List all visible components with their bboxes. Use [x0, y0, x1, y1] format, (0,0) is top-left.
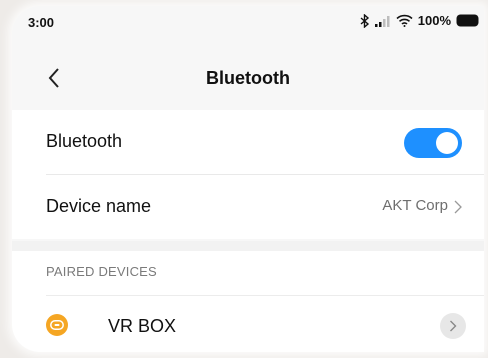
bluetooth-icon: [360, 13, 369, 28]
status-time: 3:00: [28, 15, 55, 30]
battery-percentage: 100%: [417, 13, 451, 28]
device-name-label: Device name: [46, 196, 152, 216]
status-bar: 3:00 100%: [12, 6, 484, 38]
settings-card: Bluetooth Device name AKT Corp: [12, 110, 484, 239]
chevron-right-icon: [450, 320, 457, 332]
device-name-row[interactable]: Device name AKT Corp: [12, 175, 484, 239]
header-bar: Bluetooth: [12, 46, 484, 110]
device-details-button[interactable]: [440, 313, 466, 339]
gamepad-icon: [46, 314, 68, 336]
paired-device-row[interactable]: VR BOX: [12, 296, 484, 352]
paired-devices-section: PAIRED DEVICES VR BOX: [12, 251, 484, 352]
wifi-icon: [396, 14, 413, 27]
toggle-knob: [436, 132, 458, 154]
bluetooth-row[interactable]: Bluetooth: [12, 110, 484, 174]
section-gap: [12, 241, 484, 251]
bluetooth-label: Bluetooth: [46, 131, 123, 151]
page-title: Bluetooth: [206, 68, 290, 88]
status-icons: 100%: [360, 13, 480, 28]
chevron-right-icon: [454, 200, 462, 214]
phone-screen: 3:00 100% Bluetooth Bluetooth Device nam…: [12, 6, 484, 352]
paired-devices-title: PAIRED DEVICES: [46, 264, 157, 279]
battery-icon: [456, 14, 479, 27]
paired-device-name: VR BOX: [108, 316, 177, 336]
device-name-value: AKT Corp: [382, 197, 448, 214]
bluetooth-toggle[interactable]: [404, 128, 462, 158]
signal-icon: [374, 15, 390, 27]
